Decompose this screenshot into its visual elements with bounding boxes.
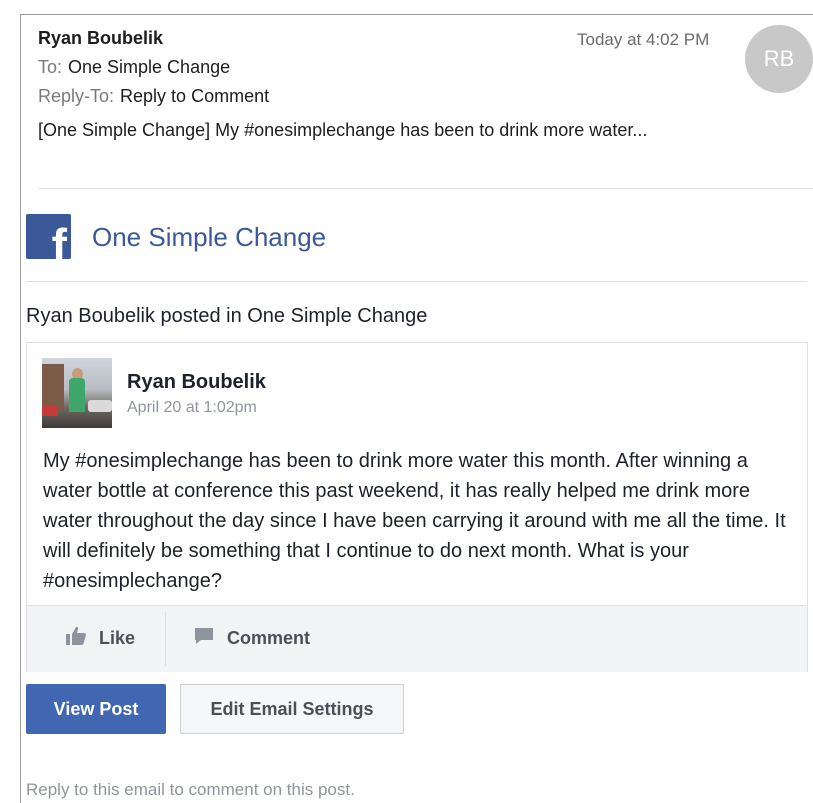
view-post-button[interactable]: View Post xyxy=(26,684,166,734)
comment-bubble-icon xyxy=(193,626,215,651)
thumbs-up-icon xyxy=(65,626,87,651)
post-author-link[interactable]: Ryan Boubelik xyxy=(127,371,266,394)
edit-email-settings-button[interactable]: Edit Email Settings xyxy=(180,684,404,734)
like-button[interactable]: Like xyxy=(65,626,135,651)
comment-button[interactable]: Comment xyxy=(193,626,310,651)
photo-red-car xyxy=(42,406,58,416)
email-frame-left-border xyxy=(20,14,21,803)
to-label: To: xyxy=(38,57,63,77)
avatar: RB xyxy=(745,25,813,93)
email-frame-top-border xyxy=(20,14,813,15)
post-card: Ryan Boubelik April 20 at 1:02pm My #one… xyxy=(26,342,808,672)
group-name-link[interactable]: One Simple Change xyxy=(92,222,326,253)
reply-to-value: Reply to Comment xyxy=(120,86,270,106)
facebook-logo-glyph: f xyxy=(51,219,67,259)
footer-note: Reply to this email to comment on this p… xyxy=(26,780,355,799)
like-label: Like xyxy=(99,628,136,648)
reply-to-label: Reply-To: xyxy=(38,86,115,106)
email-to-row: To: One Simple Change xyxy=(38,57,230,78)
photo-building xyxy=(42,364,64,412)
actions-separator xyxy=(165,612,166,666)
email-sender: Ryan Boubelik xyxy=(38,28,164,48)
comment-label: Comment xyxy=(227,628,311,648)
email-reply-to-row: Reply-To: Reply to Comment xyxy=(38,86,269,107)
post-date[interactable]: April 20 at 1:02pm xyxy=(127,399,257,417)
email-timestamp: Today at 4:02 PM xyxy=(577,30,710,49)
posted-in-text: Ryan Boubelik posted in One Simple Chang… xyxy=(26,305,428,327)
to-value: One Simple Change xyxy=(68,57,231,77)
post-actions-bar: Like Comment xyxy=(27,605,807,672)
group-divider xyxy=(26,281,807,282)
post-body: My #onesimplechange has been to drink mo… xyxy=(43,450,786,592)
facebook-logo-icon: f xyxy=(26,214,71,259)
email-subject: [One Simple Change] My #onesimplechange … xyxy=(38,120,648,140)
avatar-initials: RB xyxy=(763,46,795,71)
photo-car xyxy=(88,400,112,412)
photo-person xyxy=(69,378,85,412)
header-divider xyxy=(38,188,813,189)
author-photo[interactable] xyxy=(42,358,112,428)
